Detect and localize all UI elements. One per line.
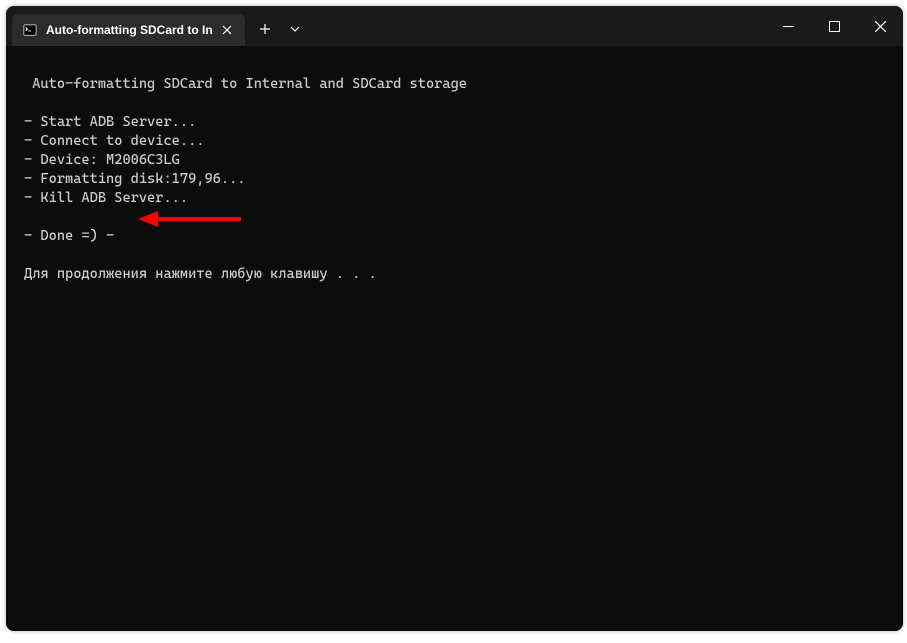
tab-dropdown-button[interactable]	[281, 13, 309, 45]
new-tab-button[interactable]	[249, 13, 281, 45]
titlebar: Auto-formatting SDCard to In	[6, 6, 903, 46]
terminal-line: - Done =) -	[10, 227, 899, 246]
window-controls	[765, 6, 903, 46]
tab-area: Auto-formatting SDCard to In	[6, 6, 309, 46]
terminal-content[interactable]: Auto-formatting SDCard to Internal and S…	[6, 46, 903, 631]
tab-title: Auto-formatting SDCard to In	[46, 23, 213, 37]
console-icon	[22, 22, 38, 38]
terminal-line: Для продолжения нажмите любую клавишу . …	[10, 265, 899, 284]
tab-active[interactable]: Auto-formatting SDCard to In	[12, 14, 245, 46]
maximize-button[interactable]	[811, 6, 857, 46]
terminal-line: - Start ADB Server...	[10, 113, 899, 132]
terminal-line: - Formatting disk:179,96...	[10, 170, 899, 189]
close-button[interactable]	[857, 6, 903, 46]
terminal-line: - Kill ADB Server...	[10, 189, 899, 208]
terminal-line: - Device: M2006C3LG	[10, 151, 899, 170]
minimize-button[interactable]	[765, 6, 811, 46]
tab-close-button[interactable]	[219, 22, 235, 38]
terminal-line: - Connect to device...	[10, 132, 899, 151]
terminal-window: Auto-formatting SDCard to In	[6, 6, 903, 631]
terminal-line: Auto-formatting SDCard to Internal and S…	[10, 75, 899, 94]
